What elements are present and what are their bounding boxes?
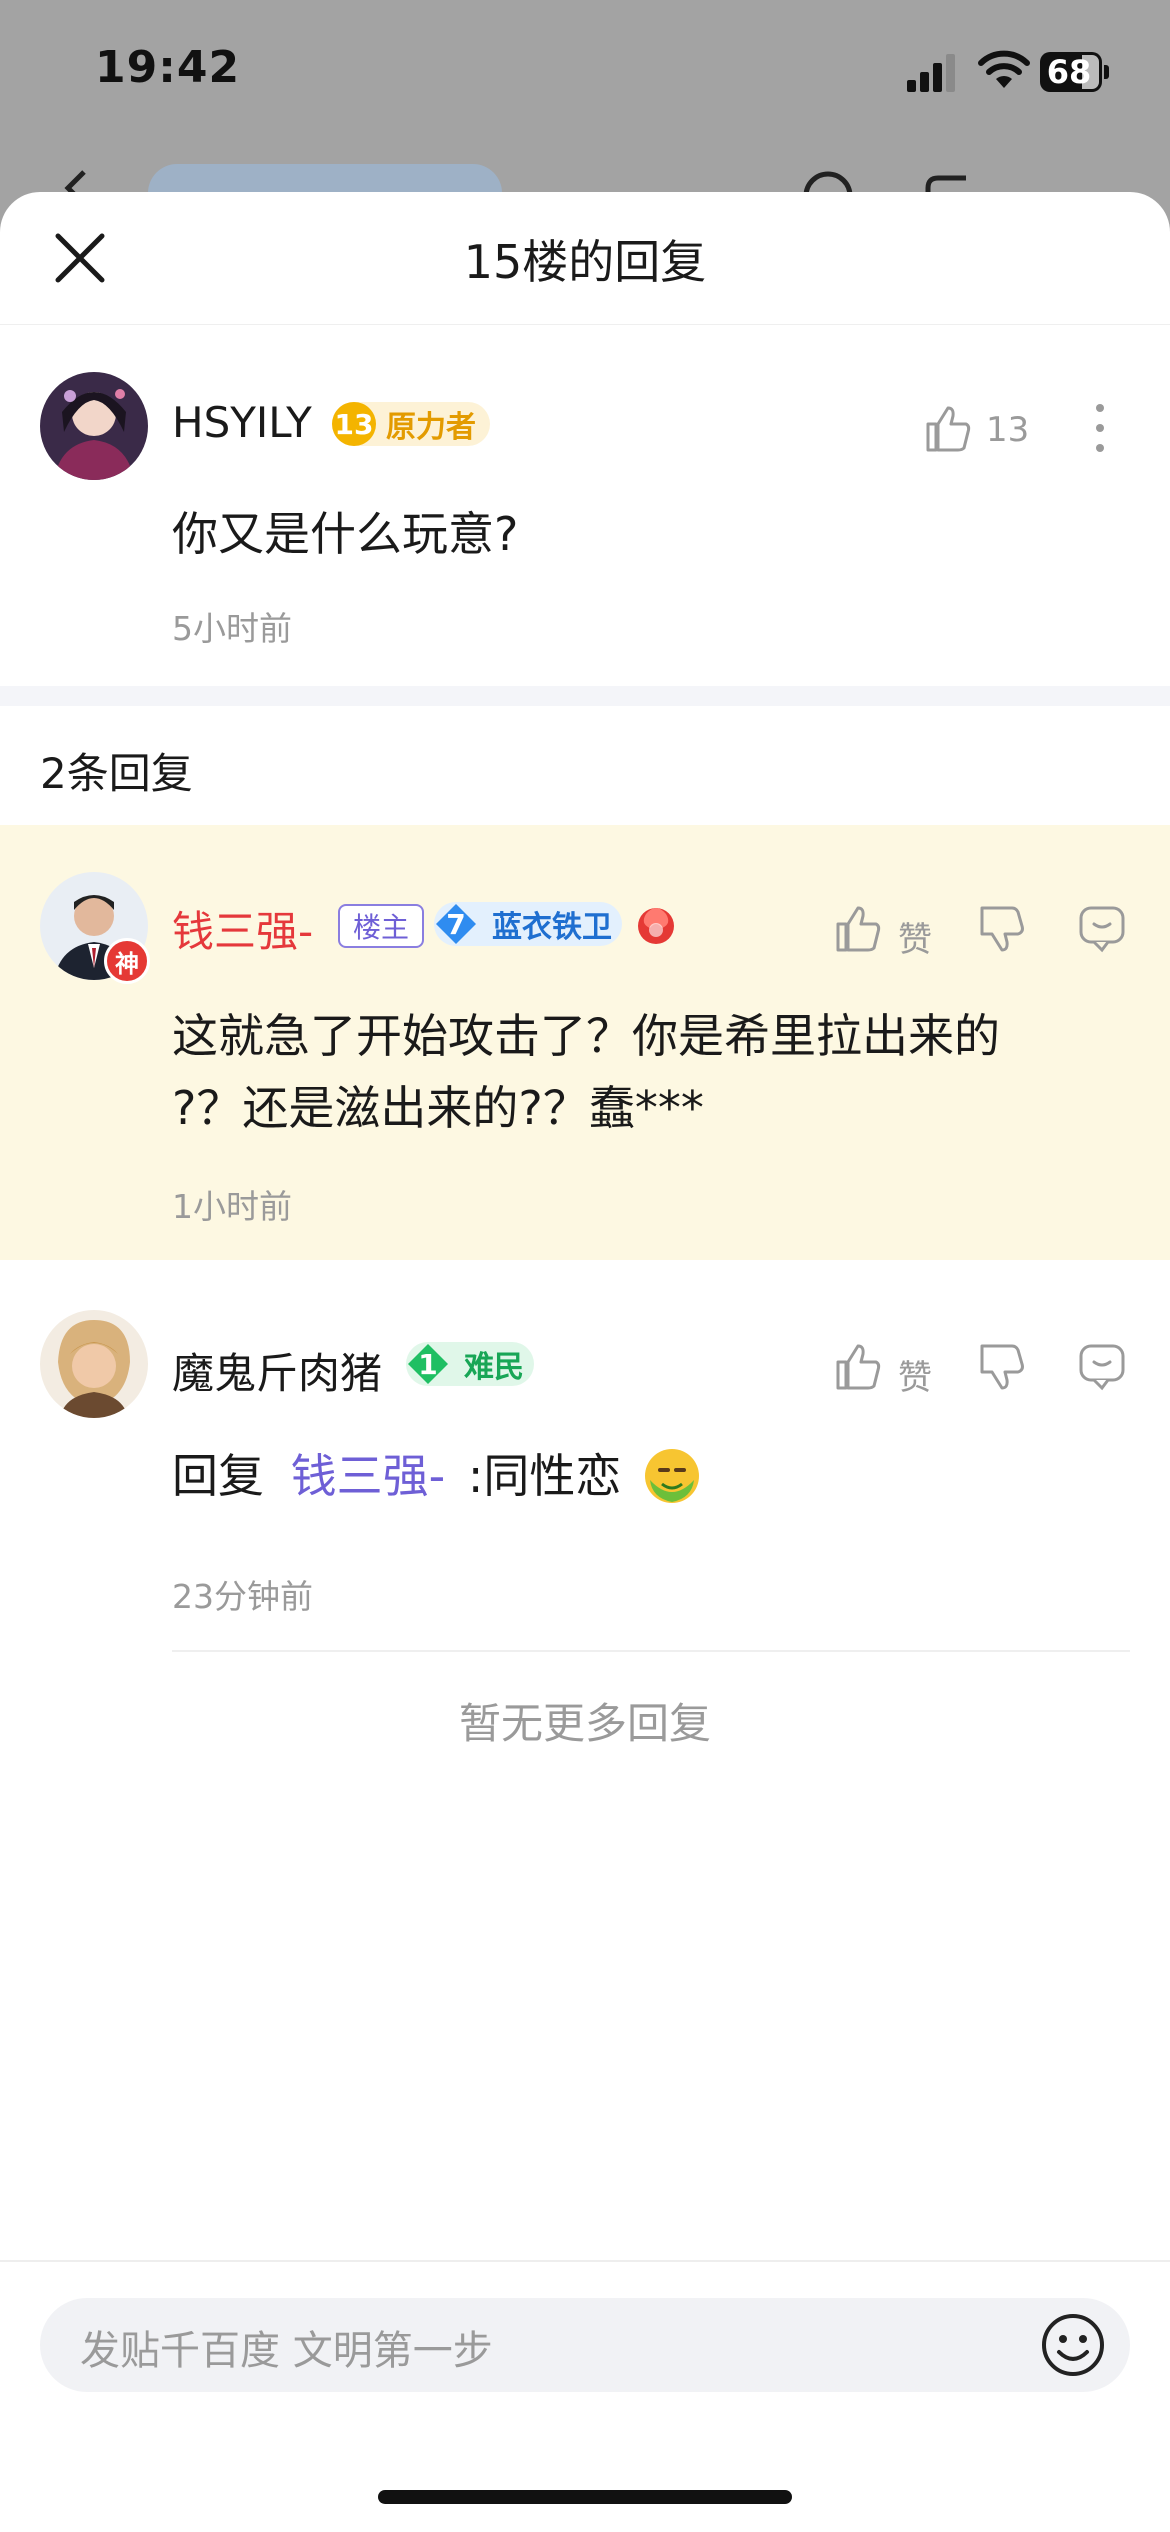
- god-badge-label: 神: [115, 949, 139, 978]
- comment-username[interactable]: HSYILY: [172, 398, 312, 447]
- reply-username[interactable]: 魔鬼斤肉猪: [172, 1340, 382, 1401]
- level-gem-icon: 13: [332, 402, 376, 446]
- more-options-icon[interactable]: [1090, 400, 1110, 456]
- fire-emblem-icon: [638, 908, 674, 944]
- reply-time: 1小时前: [172, 1187, 292, 1226]
- thumbs-down-icon[interactable]: [978, 904, 1026, 956]
- bottom-divider: [0, 2260, 1170, 2262]
- badge-label: 原力者: [386, 410, 476, 445]
- reply-time: 23分钟前: [172, 1577, 313, 1616]
- battery-icon: 68: [1040, 52, 1112, 92]
- thumbs-up-icon[interactable]: [834, 1340, 882, 1392]
- wifi-icon: [978, 50, 1030, 88]
- avatar[interactable]: [40, 1310, 148, 1418]
- reply-username[interactable]: 钱三强-: [172, 898, 313, 959]
- comment-text: 你又是什么玩意?: [172, 507, 519, 561]
- avatar[interactable]: [40, 372, 148, 480]
- no-more-replies: 暂无更多回复: [458, 1699, 711, 1748]
- reply-to-link[interactable]: 钱三强-: [291, 1449, 446, 1503]
- level-badge: 7 蓝衣铁卫: [434, 902, 622, 946]
- reply-text-line-2: ?？还是滋出来的?？蠢***: [172, 1081, 704, 1135]
- cellular-signal-icon: [907, 54, 955, 92]
- thumbs-up-icon[interactable]: [834, 902, 882, 954]
- reply-bubble-icon[interactable]: [1078, 902, 1126, 954]
- comment-time: 5小时前: [172, 609, 292, 648]
- reply-text-line-1: 这就急了开始攻击了？你是希里拉出来的: [172, 1009, 1000, 1063]
- list-separator: [172, 1650, 1130, 1652]
- emoji-icon[interactable]: [1040, 2312, 1106, 2378]
- thumbs-down-icon[interactable]: [978, 1342, 1026, 1394]
- reply-text: 回复 钱三强- :同性恋: [172, 1440, 621, 1512]
- owner-tag: 楼主: [338, 904, 424, 948]
- badge-label: 难民: [464, 1350, 524, 1385]
- level-number: 1: [418, 1347, 438, 1381]
- badge-label: 蓝衣铁卫: [492, 910, 612, 945]
- level-number: 7: [446, 907, 466, 941]
- reply-bubble-icon[interactable]: [1078, 1340, 1126, 1392]
- owner-tag-label: 楼主: [352, 911, 409, 944]
- like-count: 13: [986, 410, 1030, 450]
- battery-level: 68: [1046, 53, 1092, 91]
- reply-count: 2条回复: [40, 749, 193, 798]
- like-label[interactable]: 赞: [898, 1350, 932, 1399]
- home-indicator: [378, 2490, 792, 2504]
- reply-prefix: 回复: [172, 1449, 264, 1503]
- level-badge: 1 难民: [406, 1342, 534, 1386]
- like-label[interactable]: 赞: [898, 912, 932, 961]
- reply-body: :同性恋: [467, 1449, 622, 1503]
- level-badge: 13 原力者: [332, 402, 490, 446]
- level-number: 13: [334, 407, 374, 441]
- thumbs-up-icon[interactable]: [924, 402, 972, 454]
- god-badge: 神: [104, 938, 150, 984]
- reply-input-placeholder[interactable]: 发贴千百度 文明第一步: [80, 2318, 493, 2376]
- status-time: 19:42: [95, 42, 241, 93]
- sheet-title: 15楼的回复: [463, 235, 707, 289]
- section-divider: [0, 686, 1170, 706]
- sick-face-emoji-icon: [645, 1449, 699, 1503]
